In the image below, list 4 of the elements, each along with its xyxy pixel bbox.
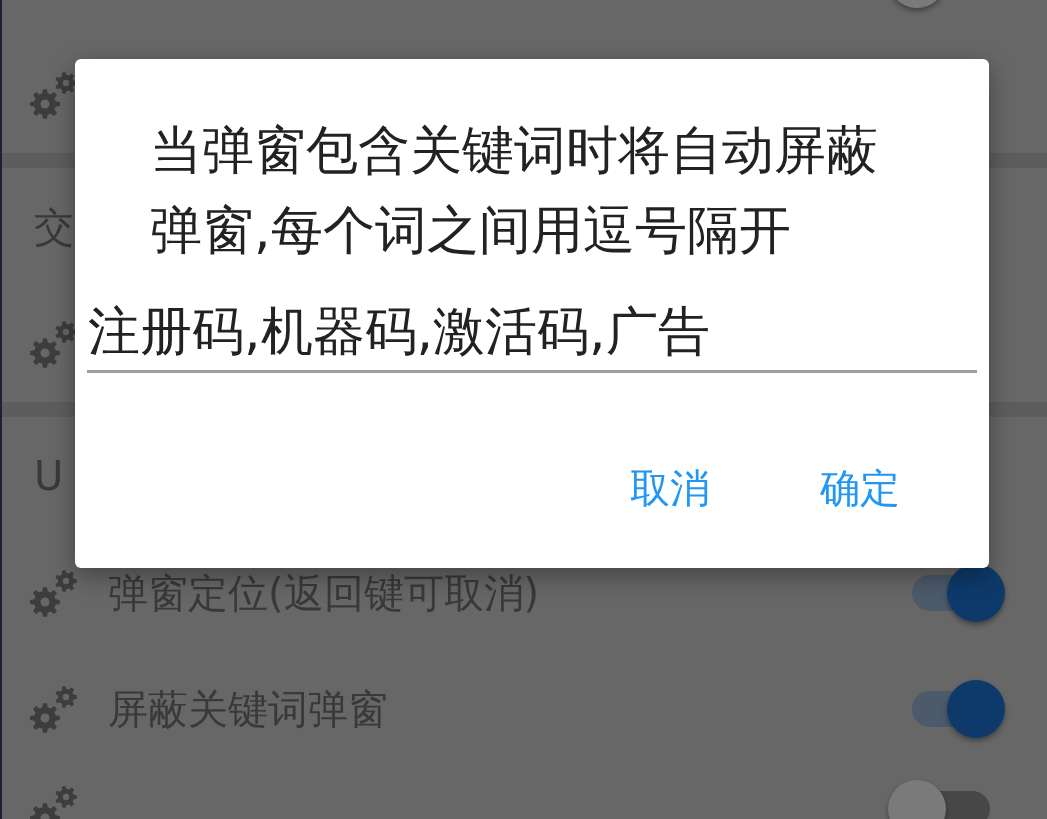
dialog-button[interactable]: 确定 [800,448,920,528]
dialog-button[interactable]: 取消 [610,448,730,528]
dialog-message: 当弹窗包含关键词时将自动屏蔽弹窗,每个词之间用逗号隔开 [150,119,879,262]
input-field[interactable]: 注册码,机器码,激活码,广告 [87,302,977,373]
